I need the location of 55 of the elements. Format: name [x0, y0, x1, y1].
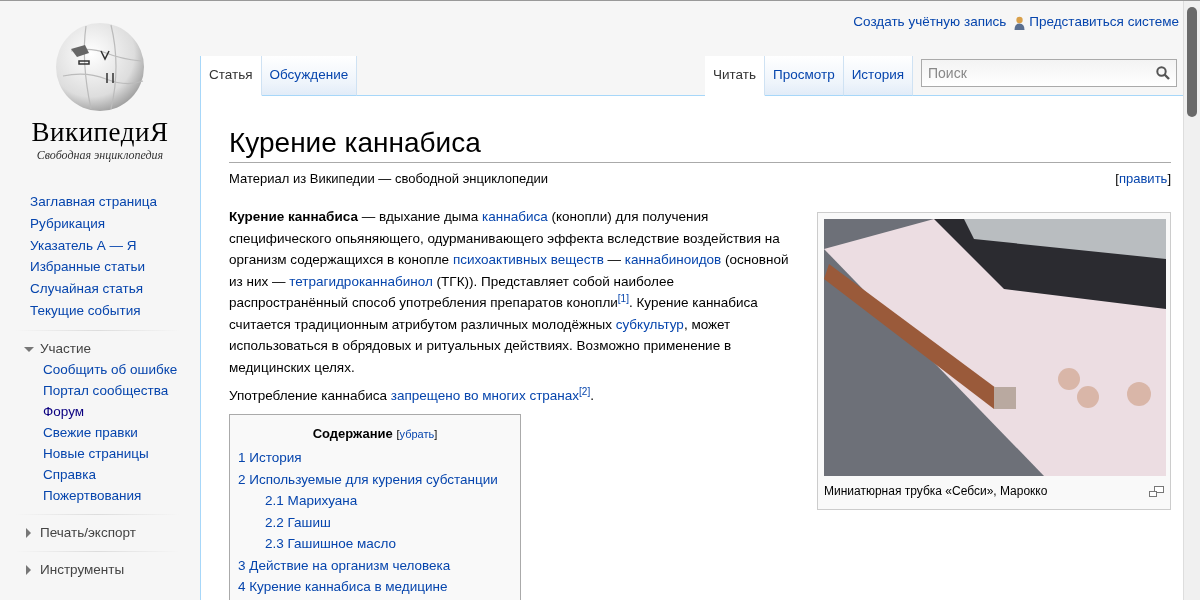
toc-item[interactable]: 3 Действие на организм человека [238, 554, 512, 577]
search-field[interactable]: Поиск [921, 59, 1177, 87]
edit-link[interactable]: [править] [1115, 168, 1171, 189]
sidebar-link[interactable]: Текущие события [30, 300, 200, 322]
sidebar-link[interactable]: Заглавная страница [30, 191, 200, 213]
inline-link[interactable]: тетрагидроканнабинол [289, 273, 433, 289]
portal-heading[interactable]: Инструменты [40, 560, 125, 581]
inline-link[interactable]: психоактивных веществ [452, 252, 604, 268]
sidebar-link[interactable]: Новые страницы [43, 443, 200, 465]
sidebar-link[interactable]: Пожертвования [43, 485, 200, 507]
paragraph: Курение каннабиса — вдыхание дыма каннабиса (конопли) для получения специфического опьяняющего, одурманивающего эффекта вследствие воздействия на организм содержащихся в конопле психоактивных веществ — каннабиноидов (основной из них — тетрагидроканнабинол (ТГК)). Представляет собой наиболее распространённый способ употребления препаратов конопли$^{[1]}$. Курение каннабиса считается традиционным атрибутом различных молодёжных субкультур, может использоваться в обрядовых и ритуальных действиях. Возможно применение в медицинских целях. [229, 208, 790, 377]
inline-link[interactable]: каннабиса [482, 209, 548, 225]
scrollbar[interactable] [1183, 1, 1200, 600]
toc-item[interactable]: 2.2 Гашиш [265, 511, 512, 534]
paragraph: Употребление каннабиса запрещено во многих странах$^{[2]}$. [229, 385, 595, 406]
sidebar-link[interactable]: Свежие правки [43, 422, 200, 444]
sidebar-link[interactable]: Форум [43, 401, 200, 423]
personal-link[interactable]: Создать учётную запись [853, 12, 1007, 33]
collapsed-triangle-icon[interactable] [24, 565, 34, 576]
sidebar-link[interactable]: Указатель А — Я [30, 234, 200, 257]
footnote-link[interactable]: [2] [579, 386, 591, 398]
toc-toggle-link[interactable]: [убрать] [396, 427, 438, 440]
sidebar-link[interactable]: Рубрикация [30, 212, 200, 235]
tab[interactable]: Просмотр [765, 56, 844, 96]
image-caption: Миниатюрная трубка «Себси», Марокко [824, 483, 1048, 501]
toc-item[interactable]: 2.1 Марихуана [265, 490, 512, 512]
tab[interactable]: История [843, 56, 913, 96]
sidebar-link[interactable]: Портал сообщества [43, 380, 200, 402]
sidebar-link[interactable]: Справка [43, 464, 200, 486]
inline-link[interactable]: каннабиноидов [624, 252, 722, 268]
toc-item[interactable]: 2 Используемые для курения субстанции [238, 468, 512, 491]
portal-heading[interactable]: Участие [40, 338, 92, 360]
toc-item[interactable]: 2.3 Гашишное масло [265, 533, 512, 555]
inline-link[interactable]: запрещено во многих странах [390, 388, 580, 404]
toc-item[interactable]: 1 История [238, 447, 512, 469]
tab[interactable]: Статья [201, 56, 262, 96]
portal-heading[interactable]: Печать/экспорт [40, 523, 136, 544]
toc-title: Содержание [312, 425, 393, 441]
tab[interactable]: Читать [705, 56, 765, 96]
personal-link[interactable]: Представиться системе [1014, 12, 1179, 33]
inline-link[interactable]: субкультур [615, 316, 684, 332]
footnote-link[interactable]: [1] [617, 293, 629, 305]
wordmark: ВикипедиЯ [31, 119, 169, 146]
photo-placeholder[interactable] [824, 219, 1166, 477]
tagline: Свободная энциклопедия [36, 147, 164, 164]
article-title: Курение каннабиса [229, 126, 1171, 163]
tab[interactable]: Обсуждение [261, 56, 358, 96]
toc-item[interactable]: 4 Курение каннабиса в медицине [238, 576, 512, 598]
sidebar-link[interactable]: Сообщить об ошибке [43, 359, 200, 381]
collapsed-triangle-icon[interactable] [24, 528, 34, 539]
site-subtitle: Материал из Википедии — свободной энциклопедии [229, 169, 549, 188]
search-icon[interactable] [1156, 66, 1170, 80]
sidebar-link[interactable]: Избранные статьи [30, 256, 200, 279]
sidebar-link[interactable]: Случайная статья [30, 278, 200, 300]
enlarge-icon[interactable] [1149, 486, 1164, 498]
